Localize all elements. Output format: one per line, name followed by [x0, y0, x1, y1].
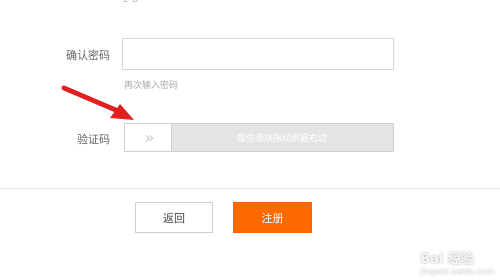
- double-chevron-right-icon: »: [144, 128, 155, 147]
- baidu-jingyan-watermark: Bai 经验 jingyan.baidu.com: [420, 248, 494, 276]
- confirm-password-input[interactable]: [122, 38, 394, 70]
- confirm-password-label: 确认密码: [66, 49, 110, 62]
- captcha-slider[interactable]: » 按住滑块拖动到最右边: [124, 123, 394, 152]
- divider: [0, 188, 500, 189]
- register-button[interactable]: 注册: [233, 202, 312, 233]
- captcha-label: 验证码: [77, 133, 110, 146]
- back-button[interactable]: 返回: [135, 202, 213, 233]
- red-arrow-icon: [61, 85, 134, 120]
- watermark-logo-text: Bai 经验: [420, 252, 474, 267]
- slider-instruction: 按住滑块拖动到最右边: [236, 134, 327, 144]
- slider-handle[interactable]: »: [125, 124, 172, 151]
- watermark-url: jingyan.baidu.com: [420, 267, 494, 276]
- top-field-hint: 1-8: [122, 0, 138, 5]
